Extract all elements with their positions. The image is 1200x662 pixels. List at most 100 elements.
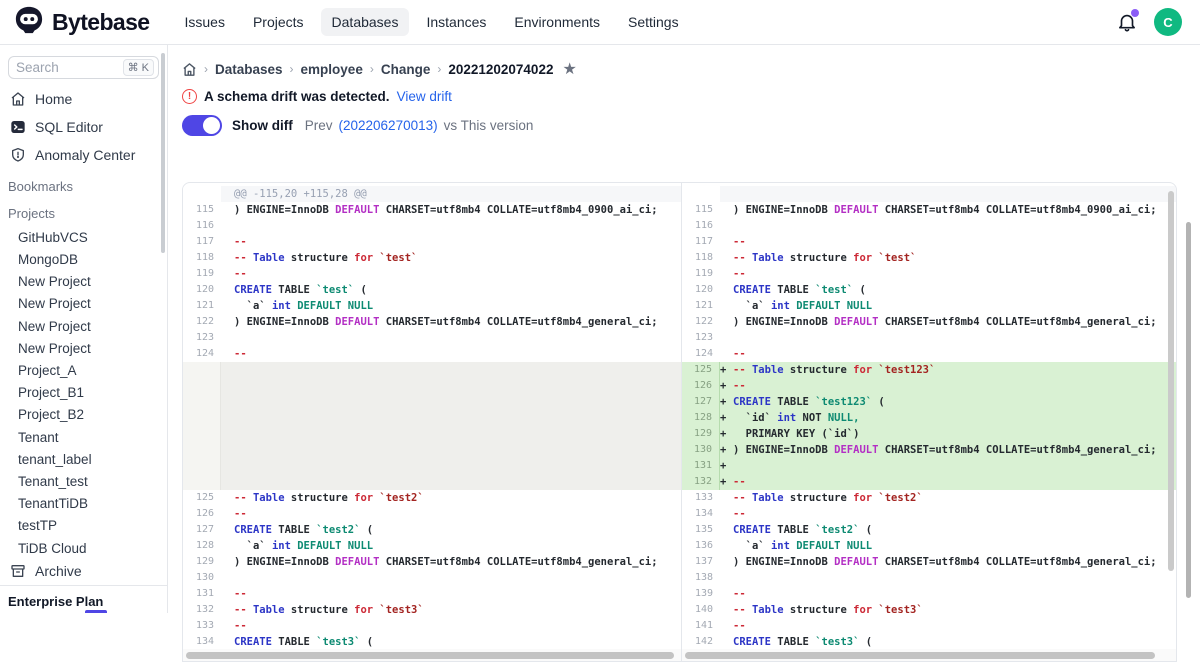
search-box[interactable]: ⌘ K: [8, 56, 159, 79]
line-number: [183, 378, 221, 394]
line-number: 115: [183, 202, 221, 218]
sidebar-item-home[interactable]: Home: [0, 86, 167, 112]
diff-sign: [221, 330, 234, 346]
sidebar-project-item[interactable]: Project_B2: [0, 404, 167, 426]
prev-version-link[interactable]: (202206270013): [339, 118, 438, 133]
line-number: 115: [682, 202, 720, 218]
diff-sign: [221, 602, 234, 618]
code-text: -- Table structure for `test2`: [733, 490, 923, 506]
sidebar-item-label: Anomaly Center: [35, 147, 135, 163]
line-number: 127: [183, 522, 221, 538]
breadcrumb-separator: ›: [290, 62, 294, 76]
diff-sign: [221, 218, 234, 234]
diff-sign: [720, 522, 733, 538]
nav-item-databases[interactable]: Databases: [321, 8, 410, 36]
diff-sign: [221, 442, 234, 458]
sidebar-project-item[interactable]: Project_B1: [0, 382, 167, 404]
line-number: 118: [183, 250, 221, 266]
code-text: CREATE TABLE `test2` (: [234, 522, 373, 538]
diff-sign: [221, 458, 234, 474]
line-number: 123: [682, 330, 720, 346]
diff-line: 131--: [183, 586, 681, 602]
sidebar-project-item[interactable]: Project_A: [0, 360, 167, 382]
page-vertical-scrollbar[interactable]: [1186, 222, 1191, 598]
line-number: 117: [183, 234, 221, 250]
view-drift-link[interactable]: View drift: [397, 89, 452, 104]
sidebar-project-item[interactable]: New Project: [0, 271, 167, 293]
breadcrumb-home-icon[interactable]: [182, 62, 197, 77]
breadcrumb-item-change[interactable]: Change: [381, 62, 431, 77]
line-number: 117: [682, 234, 720, 250]
diff-line: 133-- Table structure for `test2`: [682, 490, 1176, 506]
code-text: --: [733, 474, 746, 490]
line-number: 120: [682, 282, 720, 298]
show-diff-label: Show diff: [232, 118, 293, 133]
sidebar-project-item[interactable]: testTP: [0, 515, 167, 537]
line-number: [183, 474, 221, 490]
show-diff-toggle[interactable]: [182, 115, 222, 136]
diff-line: 134CREATE TABLE `test3` (: [183, 634, 681, 650]
sidebar-item-sql-editor[interactable]: SQL Editor: [0, 114, 167, 140]
nav-item-environments[interactable]: Environments: [503, 8, 611, 36]
diff-sign: [221, 634, 234, 650]
breadcrumb-separator: ›: [370, 62, 374, 76]
sidebar-item-anomaly-center[interactable]: Anomaly Center: [0, 142, 167, 168]
line-number: 131: [183, 586, 221, 602]
diff-line: [183, 474, 681, 490]
code-text: ) ENGINE=InnoDB DEFAULT CHARSET=utf8mb4 …: [234, 202, 658, 218]
breadcrumb-item-databases[interactable]: Databases: [215, 62, 283, 77]
code-text: `a` int DEFAULT NULL: [234, 298, 373, 314]
code-text: -- Table structure for `test2`: [234, 490, 424, 506]
diff-sign: [720, 282, 733, 298]
diff-sign: [720, 554, 733, 570]
right-vertical-scrollbar[interactable]: [1168, 191, 1174, 571]
bookmark-star-icon[interactable]: ★: [562, 59, 576, 79]
diff-sign: [221, 410, 234, 426]
sidebar-section-bookmarks[interactable]: Bookmarks: [0, 169, 167, 196]
nav-item-projects[interactable]: Projects: [242, 8, 315, 36]
sidebar-project-item[interactable]: New Project: [0, 316, 167, 338]
code-text: --: [234, 506, 247, 522]
diff-line: 135CREATE TABLE `test2` (: [682, 522, 1176, 538]
sidebar-project-item[interactable]: GitHubVCS: [0, 227, 167, 249]
user-avatar[interactable]: C: [1154, 8, 1182, 36]
sql-editor-icon: [10, 119, 26, 135]
sidebar-scrollbar[interactable]: [161, 53, 165, 253]
diff-sign: [221, 394, 234, 410]
brand[interactable]: Bytebase: [0, 5, 149, 40]
nav-item-instances[interactable]: Instances: [415, 8, 497, 36]
breadcrumb-separator: ›: [437, 62, 441, 76]
sidebar-project-item[interactable]: Tenant_test: [0, 471, 167, 493]
notification-bell-button[interactable]: [1116, 11, 1138, 33]
nav-item-settings[interactable]: Settings: [617, 8, 690, 36]
sidebar-project-item[interactable]: TiDB Cloud: [0, 538, 167, 558]
diff-line: 127+CREATE TABLE `test123` (: [682, 394, 1176, 410]
sidebar-project-item[interactable]: TenantTiDB: [0, 493, 167, 515]
search-input[interactable]: [16, 60, 106, 75]
diff-line: 136 `a` int DEFAULT NULL: [682, 538, 1176, 554]
nav-item-issues[interactable]: Issues: [173, 8, 235, 36]
line-number: 128: [183, 538, 221, 554]
line-number: 136: [682, 538, 720, 554]
brand-name: Bytebase: [52, 9, 149, 36]
code-text: --: [733, 586, 746, 602]
sidebar-project-item[interactable]: New Project: [0, 293, 167, 315]
diff-sign: [720, 202, 733, 218]
code-text: ) ENGINE=InnoDB DEFAULT CHARSET=utf8mb4 …: [733, 202, 1157, 218]
diff-sign: [221, 474, 234, 490]
sidebar-project-item[interactable]: New Project: [0, 338, 167, 360]
breadcrumb: › Databases › employee › Change › 202212…: [182, 59, 1200, 79]
left-horizontal-scrollbar[interactable]: [186, 652, 674, 659]
sidebar-project-item[interactable]: MongoDB: [0, 249, 167, 271]
diff-sign: [221, 570, 234, 586]
diff-line: 118-- Table structure for `test`: [183, 250, 681, 266]
breadcrumb-item-employee[interactable]: employee: [301, 62, 363, 77]
diff-sign: +: [720, 458, 733, 474]
sidebar-section-projects[interactable]: Projects: [0, 196, 167, 223]
diff-line: 127 CREATE TABLE `test2` (: [183, 522, 681, 538]
sidebar-project-item[interactable]: Tenant: [0, 427, 167, 449]
sidebar-project-item[interactable]: tenant_label: [0, 449, 167, 471]
sidebar-item-archive[interactable]: Archive: [0, 558, 167, 584]
line-number: [183, 442, 221, 458]
right-horizontal-scrollbar[interactable]: [685, 652, 1155, 659]
